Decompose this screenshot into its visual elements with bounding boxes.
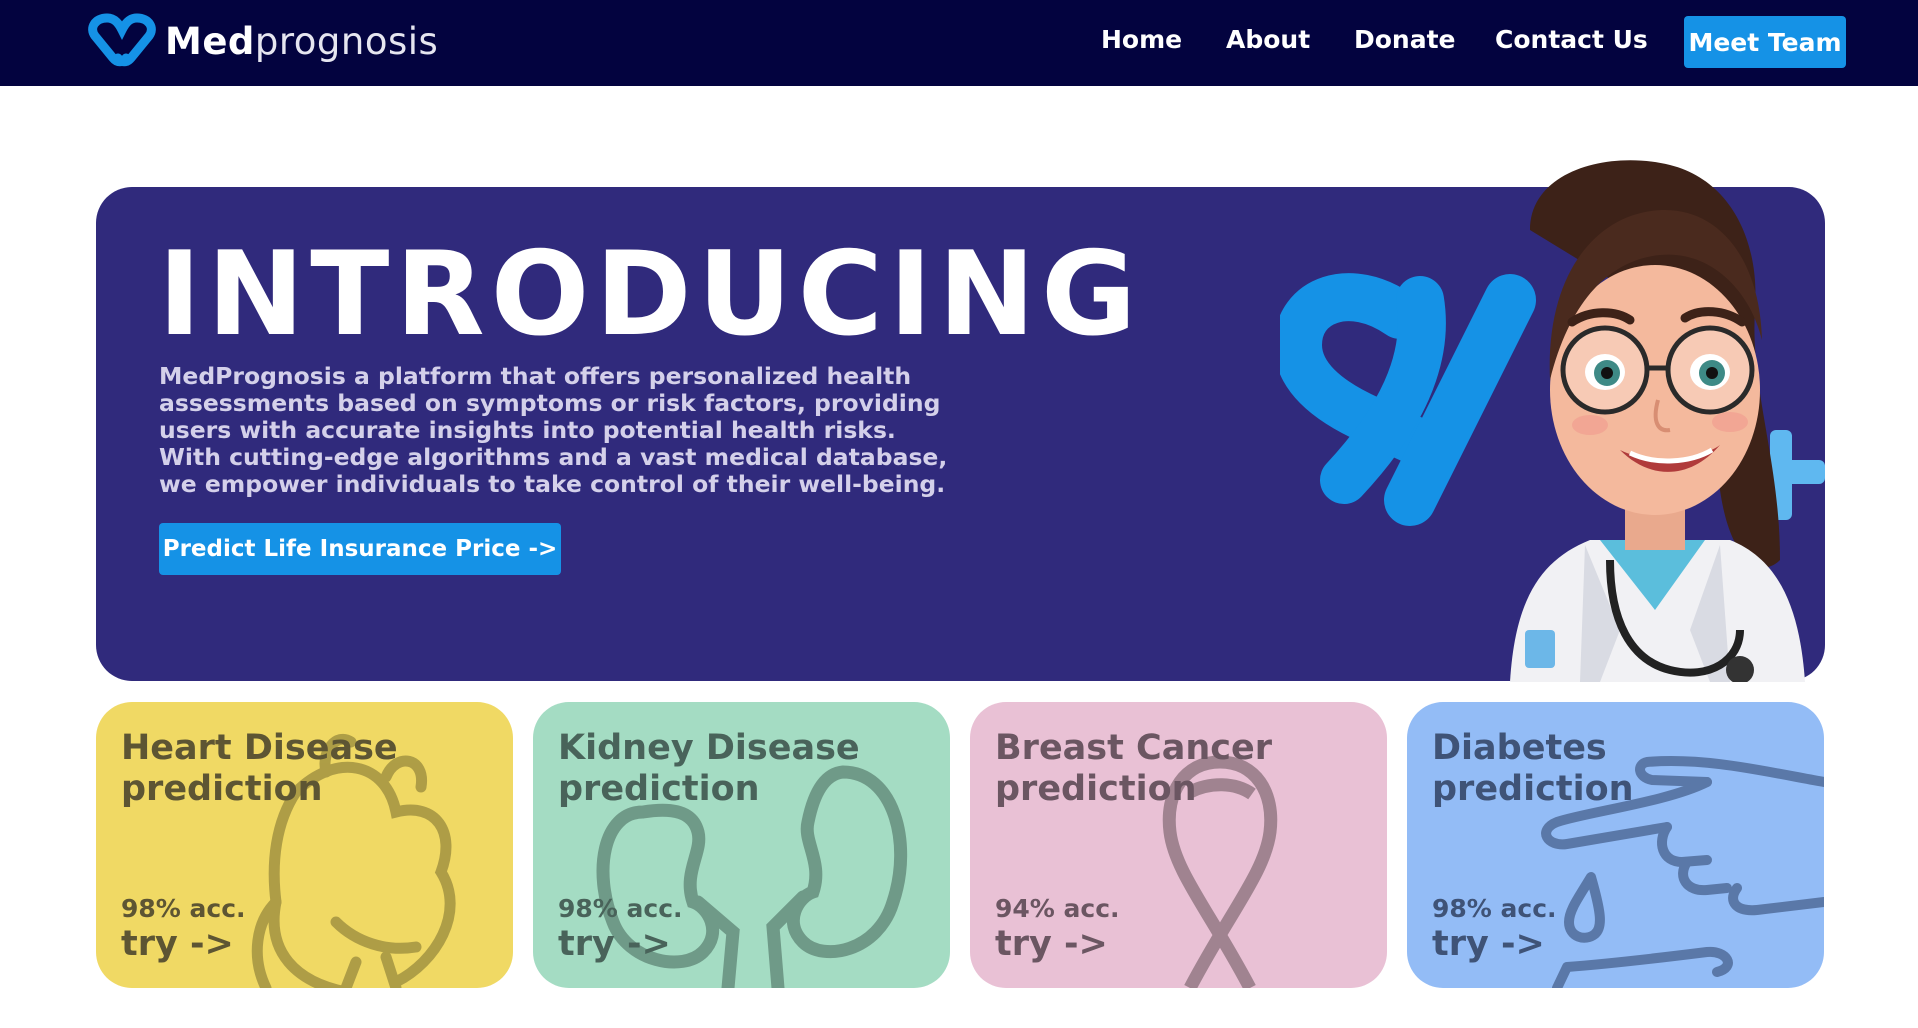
hero-title: INTRODUCING: [158, 227, 1143, 362]
card-title-line2: prediction: [995, 769, 1197, 809]
top-navbar: Medprognosis Home About Donate Contact U…: [0, 0, 1918, 86]
card-accuracy: 98% acc.: [558, 894, 683, 923]
hero-description: MedPrognosis a platform that offers pers…: [159, 362, 948, 498]
heart-disease-card[interactable]: Heart Disease prediction 98% acc. try ->: [96, 702, 513, 988]
nav-home-link[interactable]: Home: [1101, 25, 1182, 54]
card-title-line2: prediction: [558, 769, 760, 809]
card-title-line1: Kidney Disease: [558, 728, 860, 768]
card-accuracy: 94% acc.: [995, 894, 1120, 923]
card-title-line1: Diabetes: [1432, 728, 1607, 768]
card-title-line2: prediction: [121, 769, 323, 809]
card-title-line1: Heart Disease: [121, 728, 398, 768]
card-title: Breast Cancer prediction: [995, 728, 1272, 810]
nav-donate-link[interactable]: Donate: [1354, 25, 1456, 54]
card-try-link[interactable]: try ->: [121, 924, 234, 964]
card-title: Heart Disease prediction: [121, 728, 398, 810]
card-try-link[interactable]: try ->: [1432, 924, 1545, 964]
card-title: Diabetes prediction: [1432, 728, 1634, 810]
heart-infinity-logo-icon: [88, 13, 156, 67]
meet-team-button[interactable]: Meet Team: [1684, 16, 1846, 68]
nav-contact-link[interactable]: Contact Us: [1495, 25, 1648, 54]
card-title: Kidney Disease prediction: [558, 728, 860, 810]
nav-about-link[interactable]: About: [1226, 25, 1310, 54]
card-title-line2: prediction: [1432, 769, 1634, 809]
predict-insurance-button[interactable]: Predict Life Insurance Price ->: [159, 523, 561, 575]
card-try-link[interactable]: try ->: [995, 924, 1108, 964]
brand-name: Medprognosis: [165, 20, 438, 63]
breast-cancer-card[interactable]: Breast Cancer prediction 94% acc. try ->: [970, 702, 1387, 988]
card-accuracy: 98% acc.: [1432, 894, 1557, 923]
brand-logo[interactable]: Medprognosis: [87, 12, 438, 70]
card-accuracy: 98% acc.: [121, 894, 246, 923]
brand-name-light: prognosis: [254, 19, 439, 63]
diabetes-card[interactable]: Diabetes prediction 98% acc. try ->: [1407, 702, 1824, 988]
card-try-link[interactable]: try ->: [558, 924, 671, 964]
card-title-line1: Breast Cancer: [995, 728, 1273, 768]
kidney-disease-card[interactable]: Kidney Disease prediction 98% acc. try ->: [533, 702, 950, 988]
brand-name-bold: Med: [165, 19, 255, 63]
doctor-avatar-illustration: [1280, 160, 1825, 682]
